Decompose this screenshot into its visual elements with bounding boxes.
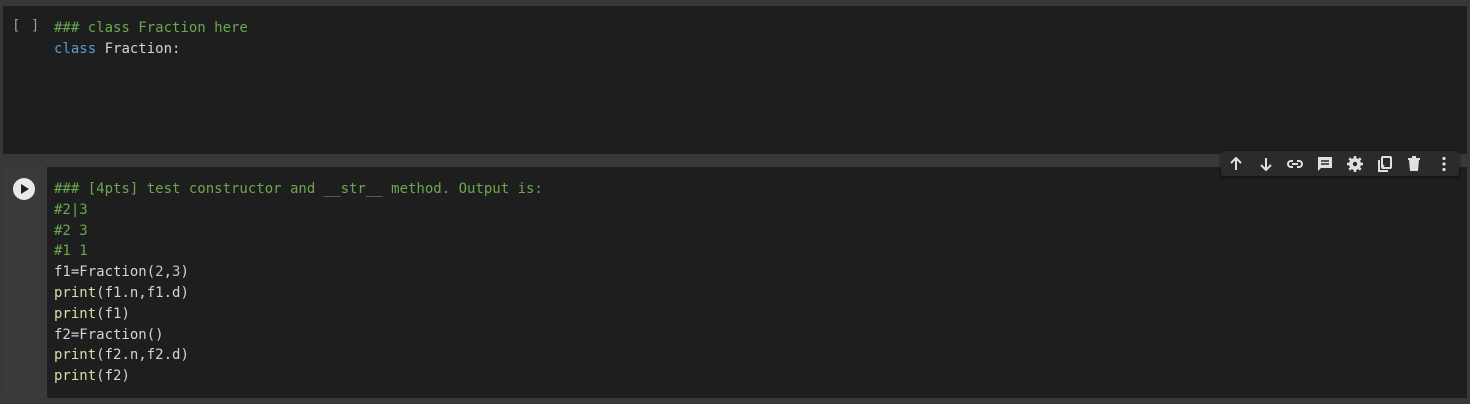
code-token: 2: [155, 264, 164, 281]
code-line: f2=Fraction(): [54, 325, 543, 346]
add-comment-button[interactable]: [1313, 152, 1337, 176]
code-token: Fraction:: [96, 40, 181, 57]
code-token: (f2): [96, 368, 130, 385]
code-editor[interactable]: ### class Fraction here class Fraction:: [54, 18, 248, 60]
more-vert-icon: [1442, 156, 1446, 171]
code-token: print: [54, 284, 97, 301]
code-cell-2[interactable]: ### [4pts] test constructor and __str__ …: [3, 167, 1467, 398]
code-line: print(f2.n,f2.d): [54, 345, 543, 366]
mirror-cell-icon: [1377, 155, 1392, 172]
delete-cell-button[interactable]: [1402, 152, 1426, 176]
code-line: ### class Fraction here: [54, 18, 248, 39]
arrow-up-icon: [1230, 156, 1242, 170]
code-token: (f1): [96, 305, 130, 322]
code-line: print(f2): [54, 366, 543, 387]
code-line: #2|3: [54, 200, 543, 221]
code-token: print: [54, 347, 97, 364]
code-token: print: [54, 368, 97, 385]
code-token: f1=Fraction(: [54, 264, 156, 281]
arrow-down-icon: [1259, 157, 1272, 171]
code-line: print(f1): [54, 304, 543, 325]
copy-link-button[interactable]: [1283, 152, 1307, 176]
code-token: #2 3: [54, 222, 88, 239]
more-options-button[interactable]: [1432, 152, 1456, 176]
code-line: ### [4pts] test constructor and __str__ …: [54, 179, 543, 200]
code-token: (f2.n,f2.d): [96, 347, 189, 364]
gear-icon: [1346, 155, 1363, 172]
cell-gutter: [3, 167, 47, 398]
move-down-button[interactable]: [1254, 152, 1278, 176]
code-token: ### [4pts] test constructor and __str__ …: [54, 181, 543, 197]
move-up-button[interactable]: [1224, 152, 1248, 176]
cell-toolbar: [1221, 151, 1459, 176]
code-cell-1[interactable]: [ ] ### class Fraction here class Fractio…: [3, 6, 1467, 154]
code-token: ,: [163, 264, 173, 281]
run-cell-button[interactable]: [13, 178, 35, 200]
code-token: (f1.n,f1.d): [96, 284, 189, 301]
code-token: ### class Fraction here: [54, 20, 248, 36]
code-line: f1=Fraction(2,3): [54, 262, 543, 283]
code-token: print: [54, 305, 97, 322]
code-line: print(f1.n,f1.d): [54, 283, 543, 304]
comment-icon: [1318, 156, 1333, 171]
code-token: ): [180, 264, 189, 281]
execution-count: [ ]: [12, 18, 41, 34]
code-token: #2|3: [54, 201, 88, 218]
code-token: #1 1: [54, 243, 88, 260]
code-line: #2 3: [54, 221, 543, 242]
code-line: #1 1: [54, 241, 543, 262]
settings-button[interactable]: [1343, 152, 1367, 176]
link-icon: [1287, 159, 1304, 168]
mirror-cell-button[interactable]: [1373, 152, 1397, 176]
code-editor[interactable]: ### [4pts] test constructor and __str__ …: [54, 179, 543, 387]
code-line: class Fraction:: [54, 39, 248, 60]
trash-icon: [1408, 155, 1421, 171]
code-token: class: [54, 40, 97, 57]
code-token: f2=Fraction(): [54, 326, 164, 343]
